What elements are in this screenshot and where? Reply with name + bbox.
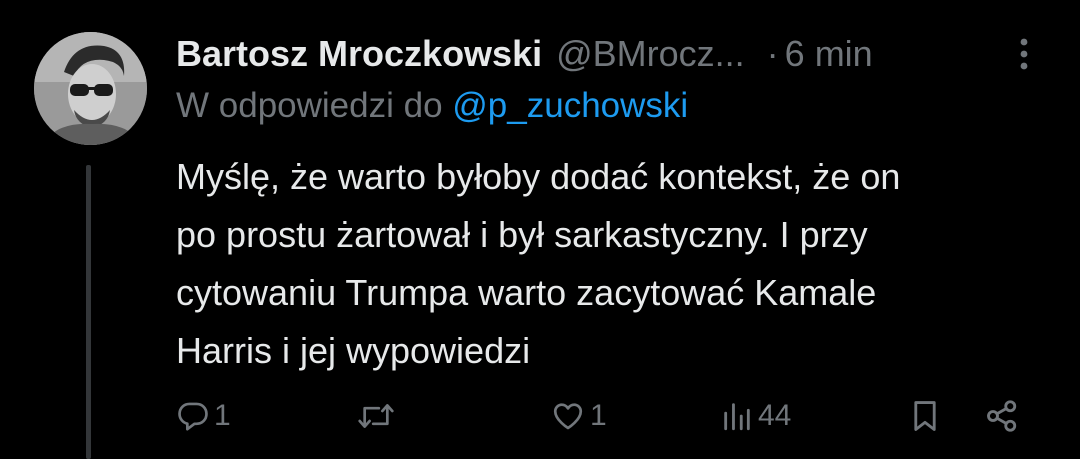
timestamp[interactable]: 6 min xyxy=(785,33,873,75)
like-count: 1 xyxy=(590,399,607,432)
reply-prefix: W odpowiedzi do xyxy=(176,86,443,125)
bookmark-icon xyxy=(914,401,936,431)
reply-icon xyxy=(178,402,208,431)
avatar[interactable] xyxy=(34,32,147,145)
action-bar: 1 1 44 xyxy=(0,392,1080,440)
tweet-header: Bartosz Mroczkowski @BMrocz... · 6 min xyxy=(176,30,873,78)
tweet-text: Myślę, że warto byłoby dodać kontekst, ż… xyxy=(176,148,1056,380)
reply-context: W odpowiedzi do @p_zuchowski xyxy=(176,86,688,126)
share-icon xyxy=(987,400,1017,432)
reply-count: 1 xyxy=(214,399,231,432)
repost-icon xyxy=(358,404,394,428)
tweet-text-line: Myślę, że warto byłoby dodać kontekst, ż… xyxy=(176,156,901,197)
share-button[interactable] xyxy=(984,392,1020,440)
analytics-icon xyxy=(724,403,750,431)
bookmark-button[interactable] xyxy=(908,392,942,440)
reply-button[interactable]: 1 xyxy=(176,392,231,440)
separator-dot: · xyxy=(766,33,779,74)
views-button[interactable]: 44 xyxy=(720,392,791,440)
tweet-text-line: cytowaniu Trumpa warto zacytować Kamale xyxy=(176,272,877,313)
more-button[interactable] xyxy=(1004,34,1044,74)
more-vertical-icon xyxy=(1020,38,1028,70)
author-handle[interactable]: @BMrocz... xyxy=(556,33,745,75)
heart-icon xyxy=(553,403,583,430)
author-name[interactable]: Bartosz Mroczkowski xyxy=(176,33,542,75)
repost-button[interactable] xyxy=(356,392,400,440)
tweet[interactable]: Bartosz Mroczkowski @BMrocz... · 6 min W… xyxy=(0,0,1080,459)
tweet-text-line: po prostu żartował i był sarkastyczny. I… xyxy=(176,214,868,255)
reply-mention-link[interactable]: @p_zuchowski xyxy=(452,86,688,125)
like-button[interactable]: 1 xyxy=(550,392,607,440)
tweet-text-line: Harris i jej wypowiedzi xyxy=(176,330,531,371)
views-count: 44 xyxy=(758,399,792,432)
